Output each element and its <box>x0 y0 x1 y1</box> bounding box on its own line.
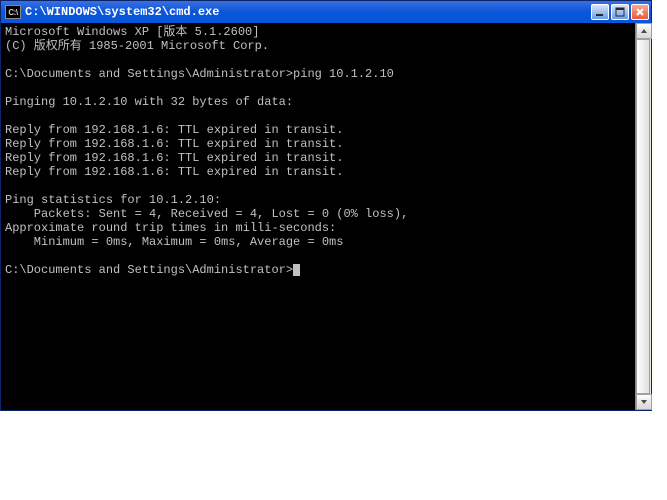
chevron-down-icon <box>640 398 648 406</box>
terminal-line: Approximate round trip times in milli-se… <box>5 221 631 235</box>
terminal-line <box>5 179 631 193</box>
chevron-up-icon <box>640 27 648 35</box>
cursor <box>293 264 300 276</box>
vertical-scrollbar[interactable] <box>635 23 651 410</box>
client-area: Microsoft Windows XP [版本 5.1.2600](C) 版权… <box>1 23 651 410</box>
terminal-line: C:\Documents and Settings\Administrator> <box>5 263 631 277</box>
terminal-output[interactable]: Microsoft Windows XP [版本 5.1.2600](C) 版权… <box>1 23 635 410</box>
terminal-line <box>5 109 631 123</box>
terminal-line: Microsoft Windows XP [版本 5.1.2600] <box>5 25 631 39</box>
terminal-line: Pinging 10.1.2.10 with 32 bytes of data: <box>5 95 631 109</box>
scroll-up-button[interactable] <box>636 23 652 39</box>
terminal-line: (C) 版权所有 1985-2001 Microsoft Corp. <box>5 39 631 53</box>
titlebar-buttons <box>591 4 649 20</box>
terminal-line <box>5 53 631 67</box>
terminal-line: Reply from 192.168.1.6: TTL expired in t… <box>5 123 631 137</box>
terminal-line: Reply from 192.168.1.6: TTL expired in t… <box>5 151 631 165</box>
maximize-icon <box>615 7 625 17</box>
terminal-line <box>5 249 631 263</box>
minimize-button[interactable] <box>591 4 609 20</box>
terminal-line <box>5 81 631 95</box>
window-title: C:\WINDOWS\system32\cmd.exe <box>25 5 591 19</box>
terminal-line: Reply from 192.168.1.6: TTL expired in t… <box>5 137 631 151</box>
minimize-icon <box>595 7 605 17</box>
terminal-line: C:\Documents and Settings\Administrator>… <box>5 67 631 81</box>
maximize-button[interactable] <box>611 4 629 20</box>
terminal-line: Reply from 192.168.1.6: TTL expired in t… <box>5 165 631 179</box>
terminal-line: Ping statistics for 10.1.2.10: <box>5 193 631 207</box>
terminal-line: Packets: Sent = 4, Received = 4, Lost = … <box>5 207 631 221</box>
system-icon-label: C:\ <box>8 8 17 17</box>
system-menu-icon[interactable]: C:\ <box>5 5 21 19</box>
scroll-track[interactable] <box>636 39 651 394</box>
titlebar[interactable]: C:\ C:\WINDOWS\system32\cmd.exe <box>1 1 651 23</box>
cmd-window: C:\ C:\WINDOWS\system32\cmd.exe Microsof… <box>0 0 652 411</box>
scroll-down-button[interactable] <box>636 394 652 410</box>
close-icon <box>635 7 645 17</box>
close-button[interactable] <box>631 4 649 20</box>
terminal-line: Minimum = 0ms, Maximum = 0ms, Average = … <box>5 235 631 249</box>
scroll-thumb[interactable] <box>636 39 650 394</box>
